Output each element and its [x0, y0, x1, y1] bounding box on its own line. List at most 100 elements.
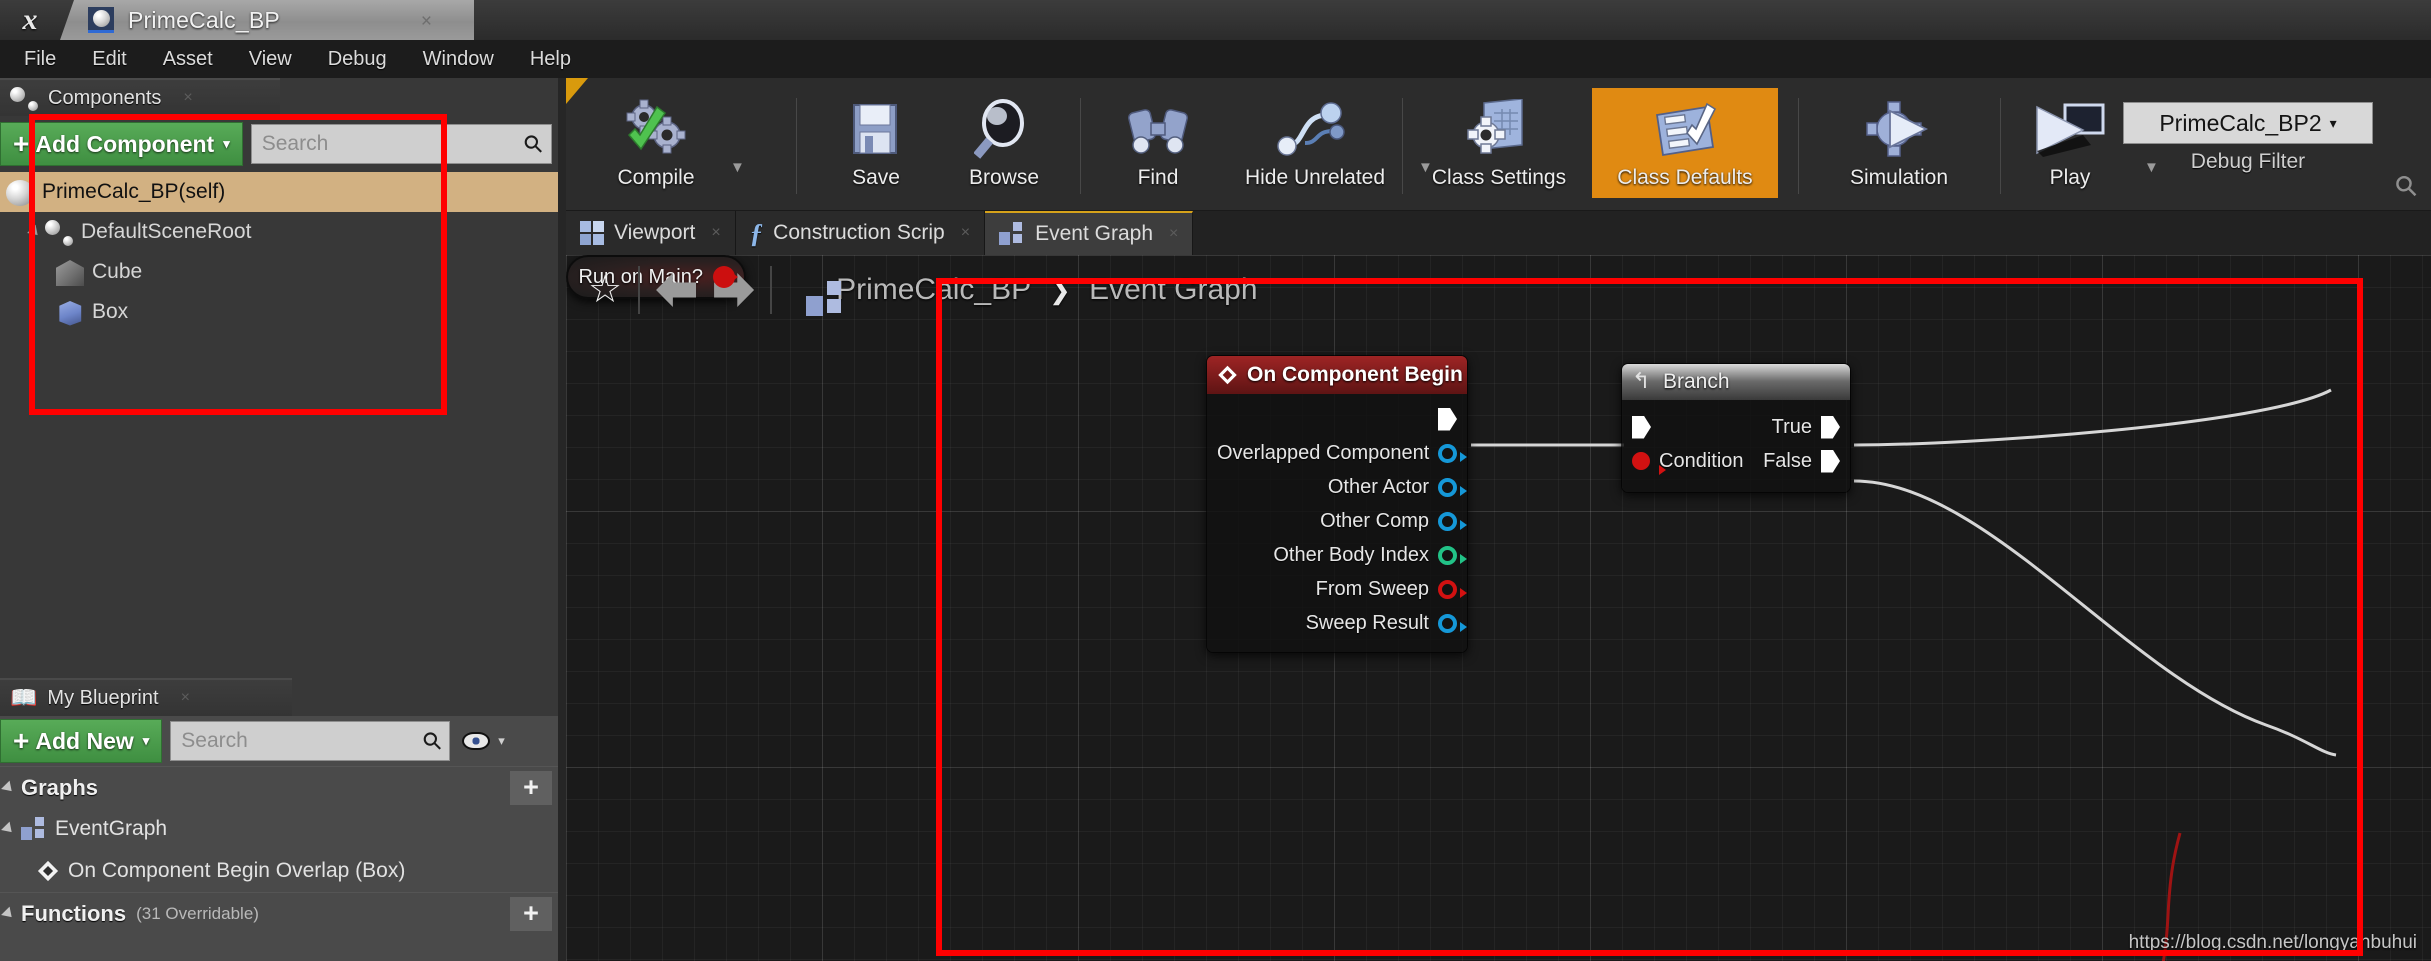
breadcrumb: PrimeCalc_BP ❯ Event Graph — [836, 273, 1257, 307]
hide-unrelated-button[interactable]: Hide Unrelated — [1222, 88, 1408, 198]
scene-root-icon — [45, 220, 73, 246]
add-function-button[interactable]: + — [510, 897, 552, 931]
browse-label: Browse — [969, 166, 1039, 190]
add-component-label: Add Component — [35, 131, 214, 158]
class-defaults-button[interactable]: Class Defaults — [1592, 88, 1778, 198]
ue-logo-icon[interactable]: x — [4, 0, 56, 40]
close-icon[interactable]: × — [421, 11, 432, 33]
class-settings-button[interactable]: Class Settings — [1406, 88, 1592, 198]
simulation-label: Simulation — [1850, 166, 1948, 190]
tab-event-graph[interactable]: Event Graph × — [985, 211, 1193, 255]
components-search-input[interactable]: Search ⚲ — [251, 124, 552, 164]
tab-label: Viewport — [614, 221, 695, 245]
asset-tab-primecalc-bp[interactable]: PrimeCalc_BP × — [60, 0, 474, 40]
find-label: Find — [1138, 166, 1179, 190]
title-bar: x PrimeCalc_BP × — [0, 0, 2431, 40]
close-icon[interactable]: × — [961, 224, 970, 242]
my-blueprint-tab-label: My Blueprint — [47, 687, 158, 710]
add-graph-button[interactable]: + — [510, 771, 552, 805]
divider — [770, 266, 772, 314]
close-icon[interactable]: × — [183, 89, 192, 107]
bookmark-star-icon[interactable]: ☆ — [588, 271, 622, 309]
simulate-gear-play-icon — [1864, 98, 1934, 162]
plus-icon: + — [13, 130, 29, 158]
find-button[interactable]: Find — [1094, 88, 1222, 198]
debug-filter-value: PrimeCalc_BP2 — [2159, 110, 2321, 137]
pin-overlapped-component[interactable]: Overlapped Component — [1207, 436, 1467, 470]
close-icon[interactable]: × — [711, 224, 720, 242]
add-component-button[interactable]: + Add Component ▾ — [0, 122, 243, 166]
toolbar-corner-accent — [566, 78, 588, 104]
event-graph-canvas[interactable]: ☆ PrimeCalc_BP ❯ Event Graph — [566, 255, 2431, 961]
expand-arrow-icon[interactable] — [1, 780, 16, 795]
pin-from-sweep[interactable]: From Sweep — [1207, 572, 1467, 606]
component-label: Box — [92, 300, 128, 324]
class-settings-label: Class Settings — [1432, 166, 1566, 190]
menu-item-window[interactable]: Window — [405, 40, 512, 78]
expand-arrow-icon[interactable] — [1, 906, 16, 921]
add-new-button[interactable]: + Add New ▾ — [0, 719, 162, 763]
compile-button[interactable]: Compile — [592, 88, 720, 198]
save-button[interactable]: Save — [812, 88, 940, 198]
pin-exec-out[interactable] — [1207, 402, 1467, 436]
pin-other-comp[interactable]: Other Comp — [1207, 504, 1467, 538]
struct-pin-icon — [1438, 614, 1457, 633]
compile-options-chevron-down-icon[interactable]: ▼ — [720, 159, 755, 176]
pin-other-actor[interactable]: Other Actor — [1207, 470, 1467, 504]
expand-arrow-icon[interactable] — [27, 225, 42, 240]
component-row-defaultsceneroot[interactable]: DefaultSceneRoot — [0, 212, 558, 252]
graph-row-eventgraph[interactable]: EventGraph — [0, 808, 558, 850]
graph-icon — [999, 222, 1025, 246]
pin-label-condition: Condition — [1659, 450, 1744, 473]
bool-pin-icon[interactable] — [713, 266, 735, 288]
exec-pin-true-icon[interactable] — [1821, 416, 1840, 439]
my-blueprint-search-input[interactable]: Search ⚲ — [170, 721, 450, 761]
arrow-left-icon[interactable] — [656, 273, 696, 307]
bool-pin-icon[interactable] — [1632, 452, 1650, 470]
chevron-down-icon: ▾ — [498, 733, 505, 749]
component-row-cube[interactable]: Cube — [0, 252, 558, 292]
close-icon[interactable]: × — [181, 689, 190, 707]
book-icon: 📖 — [10, 685, 37, 711]
menu-item-asset[interactable]: Asset — [145, 40, 231, 78]
tab-construction-script[interactable]: ƒ Construction Scrip × — [736, 211, 985, 255]
simulation-button[interactable]: Simulation — [1806, 88, 1992, 198]
debug-filter-select[interactable]: PrimeCalc_BP2 ▾ — [2123, 102, 2373, 144]
node-branch[interactable]: ↰ Branch True Condition — [1621, 363, 1851, 493]
menu-item-help[interactable]: Help — [512, 40, 589, 78]
int-pin-icon — [1438, 546, 1457, 565]
graph-row-event-overlap[interactable]: On Component Begin Overlap (Box) — [0, 850, 558, 892]
visibility-filter-button[interactable]: ▾ — [462, 732, 505, 750]
close-icon[interactable]: × — [1169, 225, 1178, 243]
expand-arrow-icon[interactable] — [1, 822, 16, 837]
cube-mesh-icon — [56, 260, 84, 286]
pin-other-body-index[interactable]: Other Body Index — [1207, 538, 1467, 572]
nodes-link-icon — [1275, 98, 1355, 162]
components-tree: PrimeCalc_BP(self) DefaultSceneRoot Cube… — [0, 172, 558, 332]
menu-item-view[interactable]: View — [231, 40, 310, 78]
my-blueprint-tab-strip: 📖 My Blueprint × — [0, 678, 292, 716]
menu-item-debug[interactable]: Debug — [310, 40, 405, 78]
tab-viewport[interactable]: Viewport × — [566, 211, 736, 255]
section-graphs[interactable]: Graphs + — [0, 766, 558, 808]
node-on-component-begin-overlap[interactable]: On Component Begin Overlap (Box) Overlap… — [1206, 355, 1468, 653]
tab-components[interactable]: Components × — [0, 78, 280, 116]
hide-unrelated-label: Hide Unrelated — [1245, 166, 1385, 190]
class-defaults-checklist-icon — [1649, 98, 1721, 162]
section-functions[interactable]: Functions (31 Overridable) + — [0, 892, 558, 934]
breadcrumb-root[interactable]: PrimeCalc_BP — [836, 273, 1031, 306]
component-row-box[interactable]: Box — [0, 292, 558, 332]
play-button[interactable]: Play — [2006, 88, 2134, 198]
tab-my-blueprint[interactable]: 📖 My Blueprint × — [0, 678, 292, 716]
main-toolbar: Compile ▼ Save — [566, 78, 2431, 211]
exec-pin-false-icon[interactable] — [1821, 450, 1840, 473]
menu-item-file[interactable]: File — [6, 40, 74, 78]
pin-sweep-result[interactable]: Sweep Result — [1207, 606, 1467, 640]
browse-button[interactable]: Browse — [940, 88, 1068, 198]
exec-pin-in-icon[interactable] — [1632, 416, 1651, 439]
menu-item-edit[interactable]: Edit — [74, 40, 144, 78]
object-pin-icon — [1438, 478, 1457, 497]
component-row-self[interactable]: PrimeCalc_BP(self) — [0, 172, 558, 212]
debug-filter-search-icon[interactable]: ⚲ — [2388, 167, 2426, 205]
binoculars-icon — [1123, 98, 1193, 162]
